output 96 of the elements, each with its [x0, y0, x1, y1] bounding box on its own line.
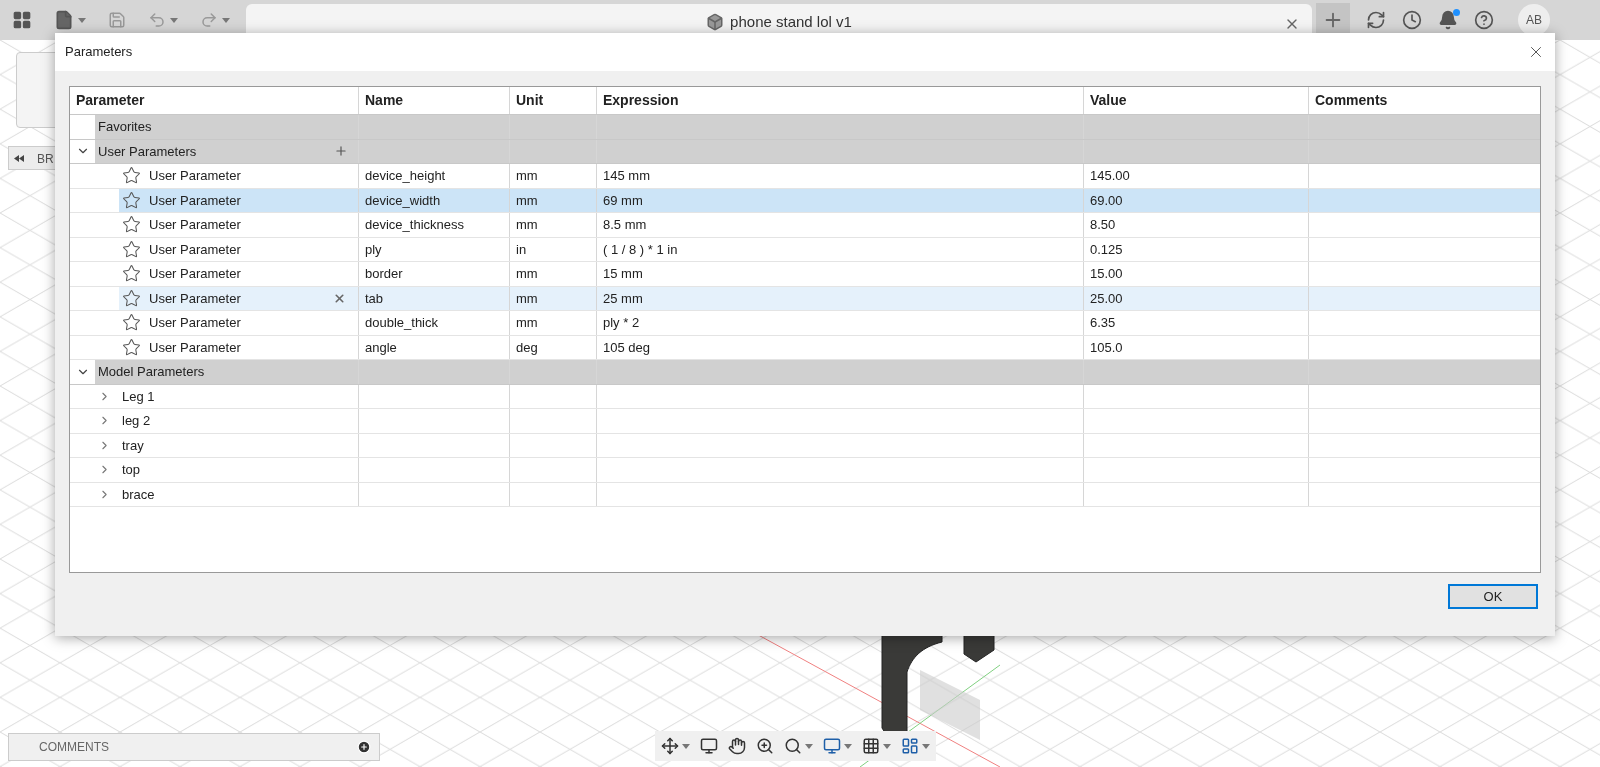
pan-icon[interactable]	[728, 737, 746, 755]
user-avatar[interactable]: AB	[1518, 4, 1550, 36]
favorite-star-icon[interactable]	[122, 313, 141, 333]
dialog-title: Parameters	[65, 43, 133, 62]
parameter-value: 69.00	[1090, 191, 1123, 210]
group-label: Favorites	[98, 118, 152, 136]
viewports-icon[interactable]	[901, 737, 919, 755]
parameter-name: ply	[365, 240, 382, 259]
help-icon[interactable]	[1474, 10, 1494, 30]
favorite-star-icon[interactable]	[122, 166, 141, 186]
parameter-value: 15.00	[1090, 265, 1123, 283]
parameter-value: 105.0	[1090, 338, 1123, 357]
caret-icon	[922, 743, 930, 749]
caret-icon	[682, 743, 690, 749]
parameter-unit: mm	[516, 289, 538, 308]
favorite-star-icon[interactable]	[122, 215, 141, 235]
collapse-icon[interactable]	[14, 154, 24, 162]
column-header[interactable]: Name	[358, 87, 509, 114]
parameter-unit: deg	[516, 338, 538, 357]
parameter-unit: mm	[516, 265, 538, 283]
grid-icon[interactable]	[862, 737, 880, 755]
comments-label: COMMENTS	[39, 739, 109, 756]
parameter-name: device_height	[365, 167, 446, 185]
ok-button[interactable]: OK	[1448, 584, 1538, 609]
component-label[interactable]: tray	[122, 435, 144, 455]
parameter-name: double_thick	[365, 314, 438, 332]
component-label[interactable]: brace	[122, 484, 155, 504]
group-row[interactable]: User Parameters	[95, 139, 1540, 163]
zoom-icon[interactable]	[756, 737, 774, 755]
parameter-unit: mm	[516, 314, 538, 332]
group-label: User Parameters	[98, 142, 197, 161]
column-header[interactable]: Expression	[596, 87, 1083, 114]
caret-icon	[805, 743, 813, 749]
column-header[interactable]: Comments	[1308, 87, 1540, 114]
caret-icon	[222, 17, 230, 23]
component-label[interactable]: top	[122, 460, 141, 480]
parameter-expression: 69 mm	[603, 191, 643, 210]
column-header[interactable]: Parameter	[70, 87, 358, 114]
parameter-type: User Parameter	[149, 240, 242, 259]
favorite-star-icon[interactable]	[122, 337, 141, 357]
parameter-unit: mm	[516, 216, 538, 234]
display-icon[interactable]	[823, 737, 841, 755]
parameter-type: User Parameter	[149, 338, 242, 357]
sync-icon[interactable]	[1366, 10, 1386, 30]
parameter-row[interactable]: User Parameter device_width mm 69 mm 69.00	[119, 188, 1540, 212]
parameter-value: 25.00	[1090, 289, 1123, 308]
parameter-unit: mm	[516, 191, 538, 210]
document-title: phone stand lol v1	[730, 11, 852, 32]
parameter-name: device_thickness	[365, 216, 464, 234]
parameter-value: 8.50	[1090, 216, 1116, 234]
parameter-unit: mm	[516, 167, 538, 185]
parameter-name: angle	[365, 338, 397, 357]
parameter-type: User Parameter	[149, 289, 242, 308]
parameter-value: 145.00	[1090, 167, 1130, 185]
parameter-expression: 105 deg	[603, 338, 650, 357]
parameter-type: User Parameter	[149, 167, 242, 185]
parameter-type: User Parameter	[149, 314, 242, 332]
parameter-expression: 145 mm	[603, 167, 650, 185]
parameter-expression: 8.5 mm	[603, 216, 647, 234]
parameter-name: device_width	[365, 191, 441, 210]
caret-icon	[170, 17, 178, 23]
clock-icon[interactable]	[1402, 10, 1422, 30]
component-label[interactable]: Leg 1	[122, 386, 155, 406]
group-row[interactable]: Favorites	[95, 115, 1540, 139]
favorite-star-icon[interactable]	[122, 288, 141, 308]
app-grid-icon[interactable]	[12, 10, 32, 30]
caret-icon	[844, 743, 852, 749]
caret-icon	[78, 17, 86, 23]
browser-label: BR	[37, 151, 54, 168]
parameter-row[interactable]: User Parameter tab mm 25 mm 25.00	[119, 286, 1540, 310]
parameter-type: User Parameter	[149, 265, 242, 283]
cube-icon	[706, 13, 725, 31]
group-row[interactable]: Model Parameters	[95, 360, 1540, 384]
parameter-value: 6.35	[1090, 314, 1116, 332]
notification-bell-icon[interactable]	[1438, 10, 1458, 30]
parameter-name: border	[365, 265, 403, 283]
parameter-name: tab	[365, 289, 384, 308]
parameter-type: User Parameter	[149, 216, 242, 234]
parameter-expression: 15 mm	[603, 265, 643, 283]
file-icon[interactable]	[54, 10, 74, 30]
favorite-star-icon[interactable]	[122, 264, 141, 284]
add-comment-icon[interactable]	[357, 740, 371, 754]
favorite-star-icon[interactable]	[122, 190, 141, 210]
parameter-unit: in	[516, 240, 527, 259]
component-label[interactable]: leg 2	[122, 411, 151, 431]
column-header[interactable]: Unit	[509, 87, 596, 114]
parameter-value: 0.125	[1090, 240, 1123, 259]
parameter-expression: ply * 2	[603, 314, 640, 332]
column-header[interactable]: Value	[1083, 87, 1308, 114]
delete-icon[interactable]	[333, 291, 346, 305]
parameter-expression: 25 mm	[603, 289, 643, 308]
caret-icon	[883, 743, 891, 749]
parameter-type: User Parameter	[149, 191, 242, 210]
favorite-star-icon[interactable]	[122, 239, 141, 259]
group-label: Model Parameters	[98, 363, 205, 381]
parameter-expression: ( 1 / 8 ) * 1 in	[603, 240, 678, 259]
